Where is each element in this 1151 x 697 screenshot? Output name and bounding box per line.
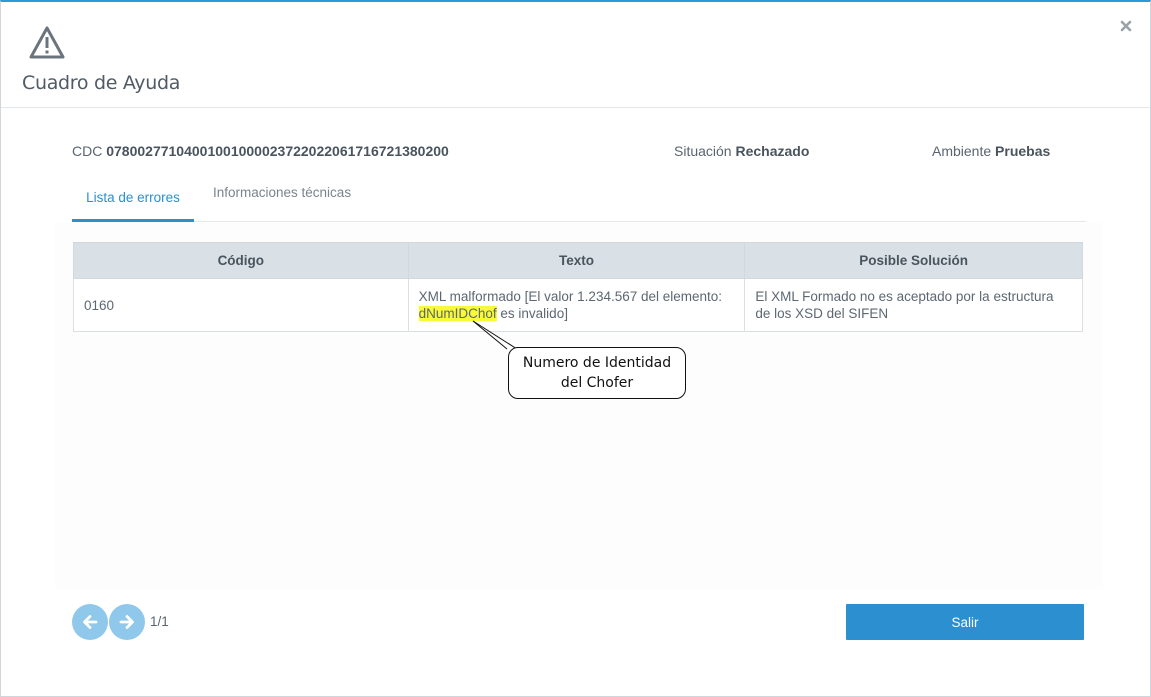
annotation-callout: Numero de Identidad del Chofer: [508, 347, 686, 399]
errors-table: Código Texto Posible Solución 0160 XML m…: [73, 242, 1083, 332]
cdc-value: 0780027710400100100002372202206171672138…: [106, 143, 449, 159]
table-header-row: Código Texto Posible Solución: [73, 242, 1083, 279]
arrow-left-icon: [83, 615, 98, 629]
help-dialog: Cuadro de Ayuda CDC 07800277104001001000…: [0, 0, 1151, 697]
cdc-info: CDC 078002771040010010000237220220617167…: [72, 143, 449, 159]
arrow-right-icon: [119, 615, 134, 629]
tab-informaciones-tecnicas[interactable]: Informaciones técnicas: [213, 180, 351, 222]
ambiente-info: Ambiente Pruebas: [932, 143, 1050, 159]
dialog-header: Cuadro de Ayuda: [1, 2, 1150, 108]
column-header-codigo[interactable]: Código: [73, 242, 409, 279]
previous-page-button[interactable]: [72, 604, 108, 640]
callout-line-1: Numero de Identidad: [522, 355, 672, 371]
table-row: 0160 XML malformado [El valor 1.234.567 …: [73, 278, 1083, 332]
close-icon[interactable]: [1118, 18, 1134, 34]
highlighted-element-name: dNumIDChof: [418, 306, 497, 321]
tab-bar: Lista de errores Informaciones técnicas: [72, 180, 1086, 222]
ambiente-label: Ambiente: [932, 143, 992, 159]
situacion-value: Rechazado: [735, 143, 810, 159]
exit-button[interactable]: Salir: [846, 604, 1084, 640]
cdc-label: CDC: [72, 143, 103, 159]
texto-prefix: XML malformado [El valor 1.234.567 del e…: [418, 289, 723, 304]
situacion-info: Situación Rechazado: [674, 143, 809, 159]
callout-line-2: del Chofer: [560, 375, 634, 391]
cell-texto: XML malformado [El valor 1.234.567 del e…: [407, 278, 746, 332]
warning-triangle-icon: [29, 26, 65, 59]
ambiente-value: Pruebas: [995, 143, 1051, 159]
dialog-title: Cuadro de Ayuda: [22, 72, 181, 94]
situacion-label: Situación: [674, 143, 732, 159]
texto-suffix: es invalido]: [496, 306, 568, 321]
column-header-texto[interactable]: Texto: [407, 242, 746, 279]
cell-posible-solucion: El XML Formado no es aceptado por la est…: [744, 278, 1083, 332]
column-header-posible-solucion[interactable]: Posible Solución: [744, 242, 1083, 279]
next-page-button[interactable]: [109, 604, 145, 640]
cell-codigo: 0160: [73, 278, 409, 332]
page-indicator: 1/1: [150, 614, 169, 629]
tab-lista-de-errores[interactable]: Lista de errores: [72, 180, 194, 222]
